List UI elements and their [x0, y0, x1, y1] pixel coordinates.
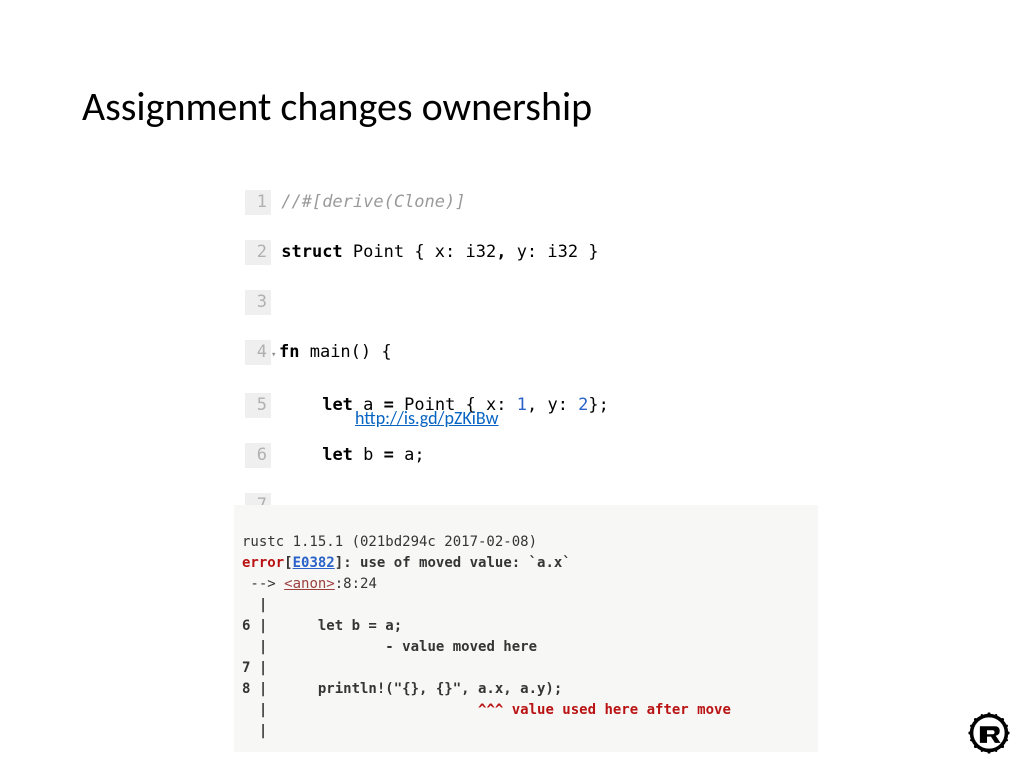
code-number: 1 — [517, 395, 527, 415]
code-comment: //#[derive(Clone)] — [281, 192, 465, 212]
error-code[interactable]: E0382 — [293, 555, 335, 571]
code-number: 2 — [578, 395, 588, 415]
error-file[interactable]: <anon> — [284, 576, 335, 592]
code-text: }; — [588, 395, 608, 415]
code-keyword: fn — [279, 342, 299, 362]
code-indent — [281, 395, 322, 415]
error-message: : use of moved value: `a.x` — [343, 555, 571, 571]
rust-logo-icon — [968, 712, 1010, 754]
error-label: error — [242, 555, 284, 571]
code-text: b — [353, 445, 384, 465]
line-number: 3 — [245, 290, 271, 315]
line-number: 6 — [245, 443, 271, 468]
error-context-line: 8 | println!("{}, {}", a.x, a.y); — [242, 681, 562, 697]
code-text: y: i32 } — [506, 242, 598, 262]
code-keyword: let — [322, 395, 353, 415]
error-gutter: | — [242, 639, 385, 655]
fold-icon: ▾ — [271, 343, 279, 368]
code-text: y: — [547, 395, 578, 415]
code-text: , — [527, 395, 547, 415]
shortlink-anchor[interactable]: http://is.gd/pZKiBw — [355, 407, 499, 429]
line-number: 4 — [245, 340, 271, 365]
error-location: :8:24 — [335, 576, 377, 592]
code-keyword: struct — [281, 242, 342, 262]
error-arrow: --> — [242, 576, 284, 592]
compiler-output: rustc 1.15.1 (021bd294c 2017-02-08) erro… — [234, 505, 818, 752]
error-note: value moved here — [402, 639, 537, 655]
error-note: value used here after move — [512, 702, 731, 718]
code-text: main() { — [299, 342, 391, 362]
code-text: a; — [394, 445, 425, 465]
rustc-version: rustc 1.15.1 (021bd294c 2017-02-08) — [242, 534, 537, 550]
line-number: 5 — [245, 393, 271, 418]
code-indent — [281, 445, 322, 465]
error-gutter: | — [242, 723, 267, 739]
error-gutter: | — [242, 597, 267, 613]
code-text: Point { x: i32 — [343, 242, 497, 262]
error-gutter: | — [242, 702, 478, 718]
error-bracket: [ — [284, 555, 292, 571]
code-keyword: let — [322, 445, 353, 465]
line-number: 1 — [245, 190, 271, 215]
error-caret: - — [385, 639, 402, 655]
slide-title: Assignment changes ownership — [82, 82, 592, 131]
error-bracket: ] — [335, 555, 343, 571]
error-gutter: 7 | — [242, 660, 267, 676]
code-punct: = — [384, 445, 394, 465]
code-punct: , — [496, 242, 506, 262]
shortlink: http://is.gd/pZKiBw — [355, 407, 499, 429]
error-caret: ^^^ — [478, 702, 512, 718]
line-number: 2 — [245, 240, 271, 265]
error-context-line: 6 | let b = a; — [242, 618, 402, 634]
